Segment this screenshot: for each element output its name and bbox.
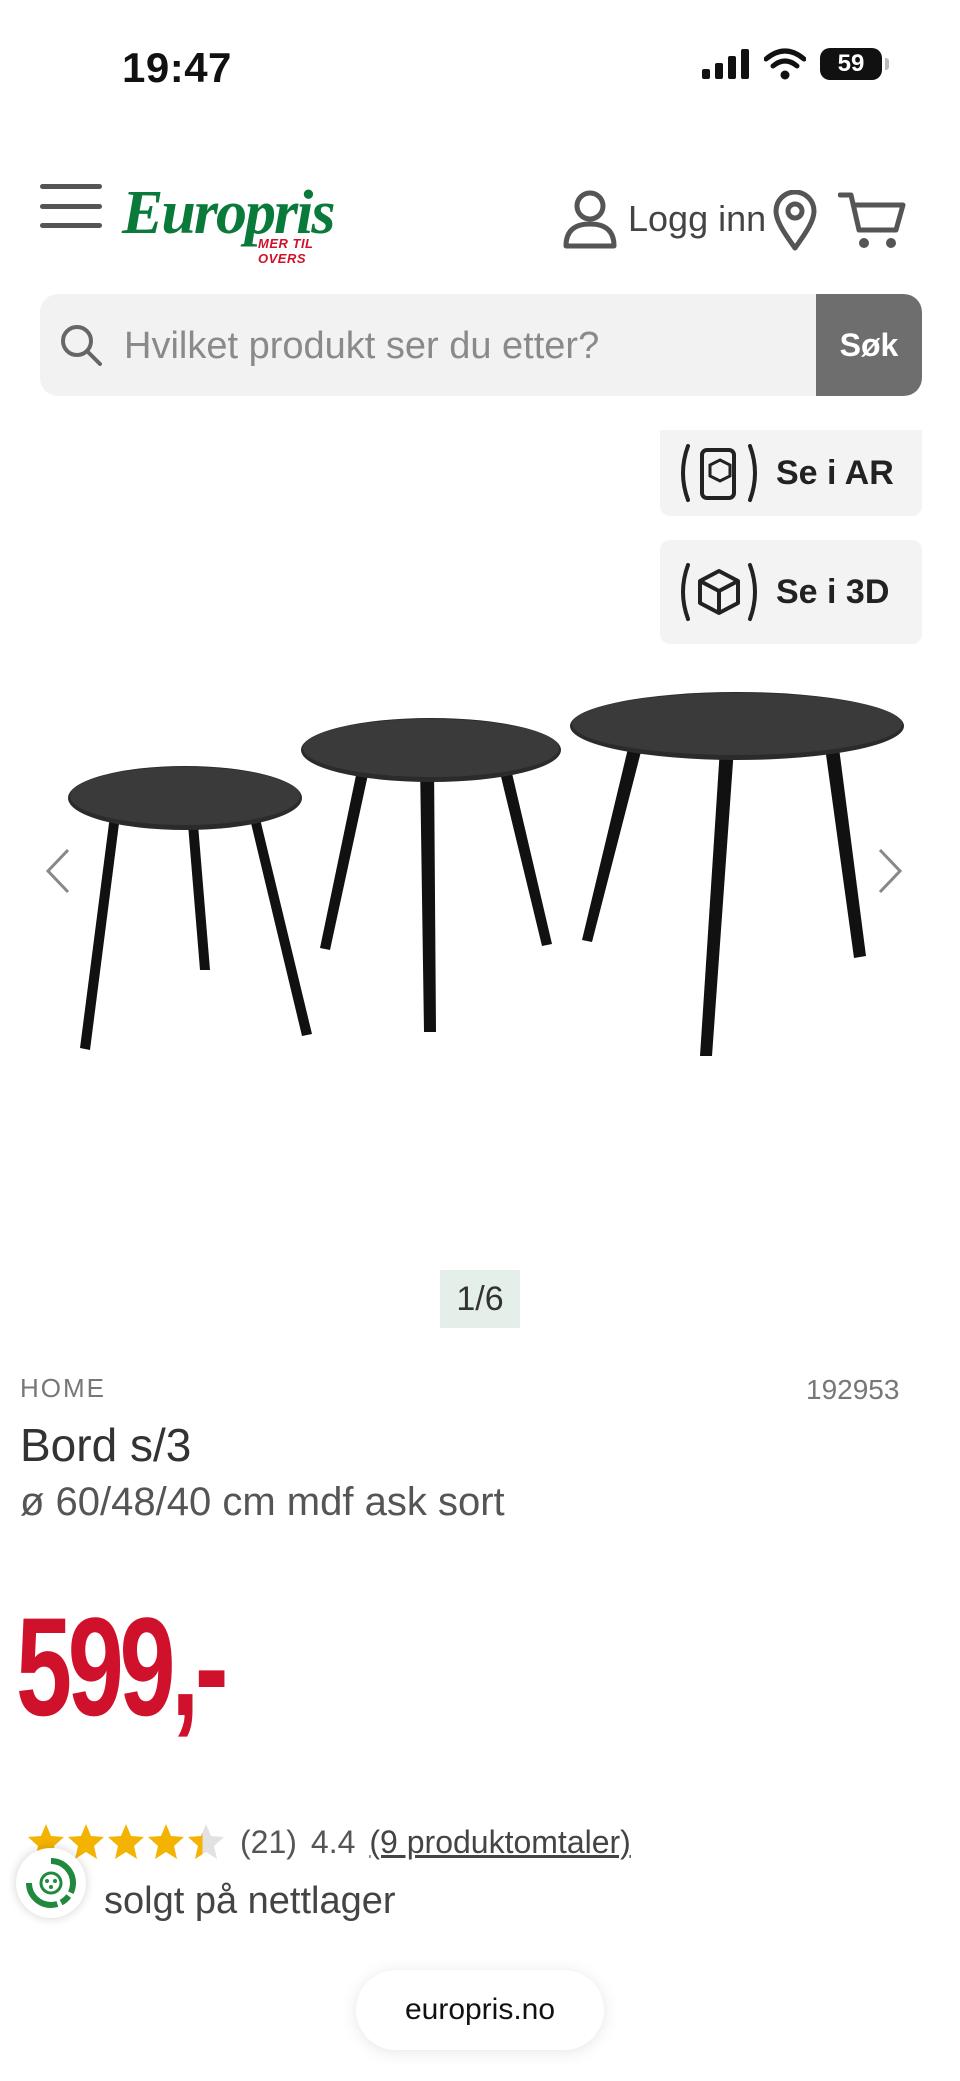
search-button[interactable]: Søk [816, 294, 922, 396]
logo-tagline: MER TIL OVERS [258, 236, 314, 266]
view-in-3d-button[interactable]: Se i 3D [660, 540, 922, 644]
location-pin-icon[interactable] [772, 190, 818, 252]
star-icon [148, 1824, 184, 1859]
cart-icon[interactable] [838, 190, 908, 252]
browser-url-bar[interactable]: europris.no [356, 1970, 604, 2050]
eco-badge[interactable] [16, 1848, 86, 1918]
battery-icon: 59 [820, 48, 889, 80]
login-button[interactable]: Logg inn [562, 188, 766, 250]
ar-phone-icon [681, 444, 757, 502]
previous-image-arrow[interactable] [42, 846, 72, 896]
user-icon [563, 190, 617, 249]
star-icon [108, 1824, 144, 1859]
menu-icon[interactable] [40, 184, 102, 228]
status-icons: 59 [702, 48, 889, 80]
star-icon [188, 1824, 224, 1859]
product-price: 599,- [16, 1588, 228, 1745]
login-label: Logg inn [628, 198, 767, 239]
cube-icon [681, 563, 757, 621]
europris-logo[interactable]: Europris MER TIL OVERS [122, 178, 362, 266]
product-subtitle: ø 60/48/40 cm mdf ask sort [20, 1480, 505, 1524]
image-counter: 1/6 [440, 1270, 520, 1328]
view-in-ar-label: Se i AR [776, 453, 894, 492]
search-icon [61, 325, 102, 366]
product-rating: (21) 4.4 (9 produktomtaler) [26, 1822, 631, 1862]
wifi-icon [764, 48, 806, 80]
next-image-arrow[interactable] [876, 846, 906, 896]
rating-count: (21) [240, 1823, 297, 1860]
availability-text: solgt på nettlager [104, 1880, 396, 1922]
search-bar: Søk [40, 294, 922, 396]
rating-average: 4.4 [310, 1823, 356, 1860]
view-in-ar-button[interactable]: Se i AR [660, 430, 922, 516]
reviews-link[interactable]: (9 produktomtaler) [369, 1824, 630, 1861]
status-time: 19:47 [122, 44, 232, 91]
view-in-3d-label: Se i 3D [776, 572, 890, 611]
product-brand[interactable]: HOME [20, 1373, 106, 1404]
recycle-icon [26, 1858, 76, 1908]
product-sku: 192953 [806, 1374, 900, 1405]
search-input[interactable] [122, 294, 846, 396]
product-image [68, 692, 904, 1056]
product-title: Bord s/3 [20, 1419, 192, 1471]
signal-icon [702, 49, 749, 79]
